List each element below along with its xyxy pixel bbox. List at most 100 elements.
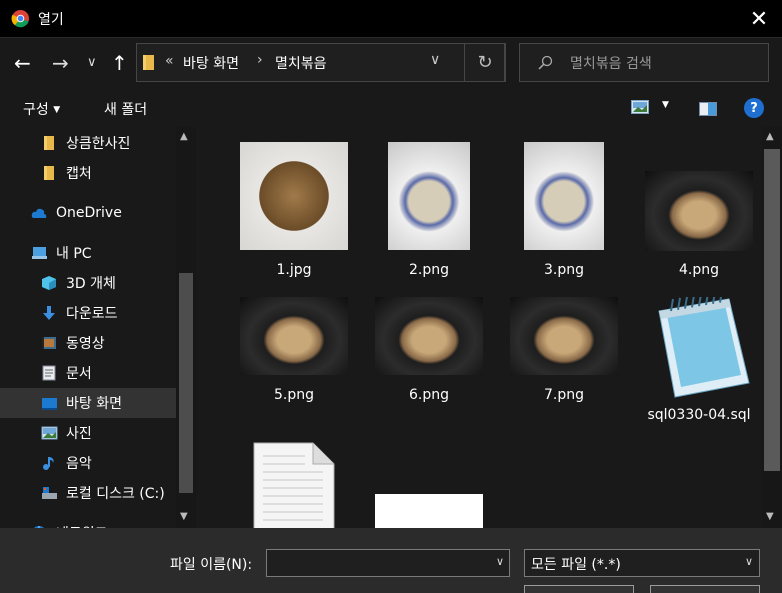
open-button[interactable] <box>524 585 634 593</box>
sidebar-item-label: OneDrive <box>56 205 122 221</box>
file-item[interactable]: 3.png <box>498 142 630 282</box>
file-thumbnail <box>388 142 470 250</box>
cancel-button[interactable] <box>650 585 760 593</box>
file-thumbnail <box>253 442 335 528</box>
sidebar-item-1[interactable]: 상큼한사진 <box>0 128 176 158</box>
close-button[interactable]: ✕ <box>736 0 782 38</box>
breadcrumb-separator[interactable]: › <box>257 52 263 68</box>
breadcrumb-current-folder[interactable]: 멸치볶음 <box>275 53 327 73</box>
folder-icon <box>143 55 154 70</box>
file-name: 5.png <box>273 387 314 403</box>
file-item[interactable]: 5.png <box>228 297 360 437</box>
sidebar-item-2[interactable]: 캡처 <box>0 158 176 188</box>
refresh-icon: ↻ <box>477 52 493 73</box>
pictures-icon <box>41 426 58 440</box>
sidebar-item-10[interactable]: 사진 <box>0 418 176 448</box>
search-box[interactable]: 멸치볶음 검색 <box>519 43 769 82</box>
view-options-button[interactable]: ▼ <box>631 100 673 118</box>
file-list-scrollbar[interactable]: ▲ ▼ <box>762 127 782 528</box>
scroll-down-arrow[interactable]: ▼ <box>766 511 774 522</box>
breadcrumb-overflow[interactable]: « <box>165 53 174 69</box>
music-icon <box>43 457 54 470</box>
caret-down-icon: ▼ <box>662 100 669 110</box>
filename-input[interactable]: ∨ <box>266 549 510 577</box>
window-title: 열기 <box>38 12 64 28</box>
file-thumbnail <box>375 297 483 375</box>
filetype-select[interactable]: 모든 파일 (*.*) ∨ <box>524 549 760 577</box>
drive-icon <box>42 487 57 499</box>
file-name: 6.png <box>408 387 449 403</box>
sidebar-item-label: 사진 <box>66 426 92 442</box>
file-name: 7.png <box>543 387 584 403</box>
cloud-icon <box>31 208 47 218</box>
file-item[interactable]: sql0330-04.sql <box>633 290 762 437</box>
sidebar-item-label: 캡처 <box>66 166 92 182</box>
file-item[interactable]: 1.jpg <box>228 142 360 282</box>
refresh-button[interactable]: ↻ <box>464 43 506 82</box>
sidebar-item-6[interactable]: 다운로드 <box>0 298 176 328</box>
sidebar-item-4[interactable]: 내 PC <box>0 238 176 268</box>
file-item[interactable] <box>228 442 360 528</box>
search-icon <box>538 55 553 70</box>
help-button[interactable]: ? <box>744 98 764 118</box>
sidebar-item-7[interactable]: 동영상 <box>0 328 176 358</box>
preview-pane-icon[interactable] <box>699 102 717 116</box>
picture-view-icon <box>631 100 649 114</box>
sidebar-item-label: 문서 <box>66 366 92 382</box>
file-thumbnail <box>240 297 348 375</box>
chevron-down-icon[interactable]: ∨ <box>496 555 504 568</box>
scrollbar-thumb[interactable] <box>764 149 780 471</box>
desktop-icon <box>42 398 57 410</box>
folder-icon <box>44 166 54 180</box>
close-icon: ✕ <box>749 6 769 32</box>
help-icon: ? <box>750 100 758 116</box>
scroll-down-arrow[interactable]: ▼ <box>180 511 188 522</box>
address-dropdown-button[interactable]: ∨ <box>430 52 440 68</box>
back-button[interactable]: ← <box>14 51 31 75</box>
forward-button[interactable]: → <box>52 51 69 75</box>
sidebar-item-label: 3D 개체 <box>66 276 116 292</box>
file-item[interactable]: 7.png <box>498 297 630 437</box>
file-name: 2.png <box>408 262 449 278</box>
breadcrumb-desktop[interactable]: 바탕 화면 <box>183 53 239 73</box>
file-list: 1.jpg 2.png 3.png 4.png 5.png 6.png 7.png sql03… <box>196 127 762 528</box>
file-item[interactable] <box>363 442 495 528</box>
file-name: 4.png <box>678 262 719 278</box>
file-thumbnail <box>375 494 483 528</box>
sidebar-item-11[interactable]: 음악 <box>0 448 176 478</box>
sidebar-item-9[interactable]: 바탕 화면 <box>0 388 176 418</box>
video-icon <box>42 337 56 349</box>
navigation-pane-scrollbar[interactable]: ▲ ▼ <box>176 127 196 528</box>
organize-button[interactable]: 구성 ▼ <box>23 99 60 119</box>
file-thumbnail <box>510 297 618 375</box>
sidebar-item-12[interactable]: 로컬 디스크 (C:) <box>0 478 176 508</box>
file-item[interactable]: 2.png <box>363 142 495 282</box>
sidebar-item-8[interactable]: 문서 <box>0 358 176 388</box>
address-bar[interactable]: « 바탕 화면 › 멸치볶음 <box>136 43 505 82</box>
up-button[interactable]: ↑ <box>111 51 128 75</box>
scrollbar-thumb[interactable] <box>179 273 193 493</box>
cube-icon <box>42 276 56 290</box>
filename-label: 파일 이름(N): <box>170 557 253 573</box>
chevron-down-icon: ∨ <box>744 555 753 568</box>
file-name: 3.png <box>543 262 584 278</box>
folder-icon <box>44 136 54 150</box>
scroll-up-arrow[interactable]: ▲ <box>180 131 188 142</box>
file-name: 1.jpg <box>276 262 312 278</box>
sidebar-item-label: 내 PC <box>56 246 92 262</box>
scroll-up-arrow[interactable]: ▲ <box>766 131 774 142</box>
file-item[interactable]: 4.png <box>633 142 762 282</box>
sidebar-item-label: 상큼한사진 <box>66 136 131 152</box>
sidebar-item-label: 음악 <box>66 456 92 472</box>
file-thumbnail <box>645 171 753 251</box>
new-folder-button[interactable]: 새 폴더 <box>104 99 147 119</box>
file-thumbnail <box>524 142 604 250</box>
sidebar-item-5[interactable]: 3D 개체 <box>0 268 176 298</box>
sidebar-item-3[interactable]: OneDrive <box>0 198 176 228</box>
recent-locations-button[interactable]: ∨ <box>87 55 97 70</box>
chrome-icon <box>11 9 30 28</box>
file-item[interactable]: 6.png <box>363 297 495 437</box>
title-bar: 열기 ✕ <box>0 0 782 38</box>
sidebar-item-label: 다운로드 <box>66 306 118 322</box>
navigation-pane: 상큼한사진캡처 OneDrive 내 PC 3D 개체다운로드동영상문서바탕 화면사진… <box>0 127 196 542</box>
